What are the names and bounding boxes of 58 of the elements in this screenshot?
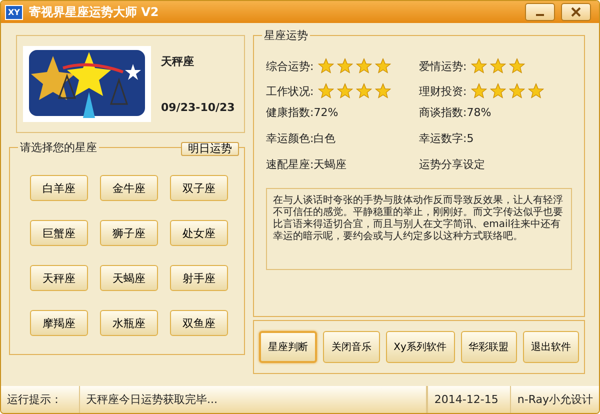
fortune-fact: 运势分享设定 [419, 157, 486, 172]
star-icon [509, 83, 525, 100]
rating-label: 爱情运势: [419, 58, 468, 74]
sign-button[interactable]: 金牛座 [100, 175, 158, 202]
panel-title: 星座运势 [262, 28, 310, 44]
sign-button[interactable]: 巨蟹座 [30, 220, 88, 246]
sign-button[interactable]: 射手座 [170, 265, 228, 292]
fortune-description: 在与人谈话时夸张的手势与肢体动作反而导致反效果，让人有轻浮不可信任的感觉。平静稳重的举止，刚刚好。而文字传达似乎也要比言语来得适切合宜，而且与别人在文字简讯、email往来中还有幸运的暗示呢，要约会或与人约定多以这种方式联络吧。 [266, 188, 572, 270]
status-label: 运行提示： [1, 386, 80, 413]
status-credit: n-Ray小允设计 [516, 392, 594, 408]
star-icon [471, 83, 487, 100]
close-icon [571, 7, 581, 18]
sign-name: 天秤座 [161, 54, 195, 70]
action-button[interactable]: 星座判断 [259, 331, 318, 364]
star-icon [490, 83, 506, 100]
sign-button[interactable]: 天蝎座 [100, 265, 158, 292]
close-button[interactable] [561, 3, 591, 22]
sign-button[interactable]: 处女座 [170, 220, 228, 246]
star-icon [490, 58, 506, 74]
rating-label: 综合运势: [266, 58, 315, 74]
star-icon [318, 83, 334, 100]
window-title: 寄视界星座运势大师 V2 [28, 4, 159, 21]
rating-label: 理财投资: [419, 84, 468, 99]
app-icon: XY [5, 4, 23, 20]
action-button[interactable]: 退出软件 [522, 331, 580, 364]
sign-dates: 09/23-10/23 [161, 101, 235, 114]
fortune-fact: 幸运颜色:白色 [266, 131, 337, 146]
tomorrow-fortune-button[interactable]: 明日运势 [181, 142, 239, 156]
sign-button[interactable]: 天秤座 [30, 265, 88, 292]
minimize-icon [536, 14, 544, 16]
star-icon [528, 83, 544, 100]
star-icon [471, 58, 487, 74]
action-button[interactable]: 华彩联盟 [460, 331, 517, 364]
star-icon [337, 58, 353, 74]
action-button[interactable]: 关闭音乐 [323, 331, 380, 364]
fortune-fact: 幸运数字:5 [419, 131, 475, 146]
minimize-button[interactable] [525, 3, 555, 22]
action-button[interactable]: Xy系列软件 [386, 331, 455, 364]
star-icon [509, 58, 525, 74]
fortune-fact: 速配星座:天蝎座 [266, 157, 348, 172]
fortune-fact: 健康指数:72% [266, 105, 340, 120]
star-icon [356, 83, 372, 100]
sign-button[interactable]: 摩羯座 [30, 310, 88, 336]
sign-button[interactable]: 双鱼座 [170, 310, 228, 336]
status-date: 2014-12-15 [427, 386, 512, 413]
star-icon [375, 83, 391, 100]
star-icon [375, 58, 391, 74]
sign-button[interactable]: 双子座 [170, 175, 228, 202]
panel-title: 请选择您的星座 [18, 140, 99, 156]
sign-button[interactable]: 水瓶座 [100, 310, 158, 336]
status-message: 天秤座今日运势获取完毕... [80, 386, 428, 413]
star-icon [318, 58, 334, 74]
star-icon [356, 58, 372, 74]
sign-button[interactable]: 白羊座 [30, 175, 88, 202]
star-icon [337, 83, 353, 100]
sign-button[interactable]: 狮子座 [100, 220, 158, 246]
rating-label: 工作状况: [266, 84, 315, 99]
fortune-fact: 商谈指数:78% [419, 105, 492, 120]
